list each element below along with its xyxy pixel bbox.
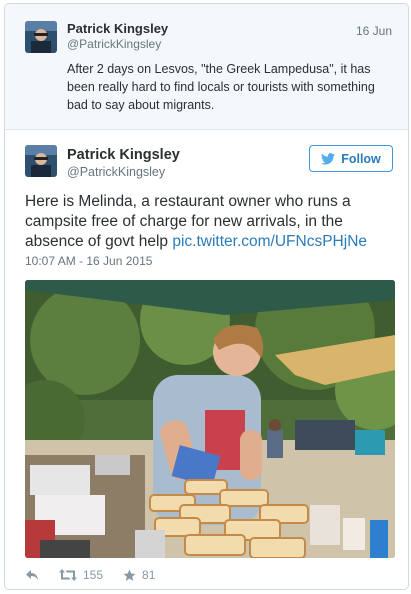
author-name[interactable]: Patrick Kingsley bbox=[67, 21, 168, 36]
tweet-text: Here is Melinda, a restaurant owner who … bbox=[25, 192, 395, 252]
author-avatar[interactable] bbox=[25, 21, 57, 53]
author-avatar[interactable] bbox=[25, 145, 57, 177]
follow-label: Follow bbox=[341, 151, 381, 166]
parent-tweet[interactable]: Patrick Kingsley @PatrickKingsley 16 Jun… bbox=[5, 4, 408, 130]
favorite-count: 81 bbox=[142, 568, 156, 582]
tweet-timestamp[interactable]: 10:07 AM - 16 Jun 2015 bbox=[25, 254, 152, 268]
retweet-icon bbox=[59, 569, 77, 581]
author-name[interactable]: Patrick Kingsley bbox=[67, 147, 180, 163]
follow-button[interactable]: Follow bbox=[309, 145, 393, 172]
retweet-button[interactable]: 155 bbox=[59, 568, 103, 582]
tweet-date[interactable]: 16 Jun bbox=[356, 24, 392, 38]
media-link[interactable]: pic.twitter.com/UFNcsPHjNe bbox=[172, 233, 367, 250]
embedded-tweet-card: Patrick Kingsley @PatrickKingsley 16 Jun… bbox=[4, 3, 409, 590]
star-icon bbox=[123, 569, 136, 581]
tweet-photo[interactable] bbox=[25, 280, 395, 558]
author-handle[interactable]: @PatrickKingsley bbox=[67, 165, 165, 179]
twitter-bird-icon bbox=[321, 152, 336, 165]
favorite-button[interactable]: 81 bbox=[123, 568, 155, 582]
reply-button[interactable] bbox=[25, 569, 39, 581]
retweet-count: 155 bbox=[83, 568, 104, 582]
tweet-actions: 155 81 bbox=[25, 565, 175, 585]
author-handle[interactable]: @PatrickKingsley bbox=[67, 37, 161, 51]
tweet-text: After 2 days on Lesvos, "the Greek Lampe… bbox=[67, 62, 375, 112]
reply-icon bbox=[26, 570, 38, 580]
